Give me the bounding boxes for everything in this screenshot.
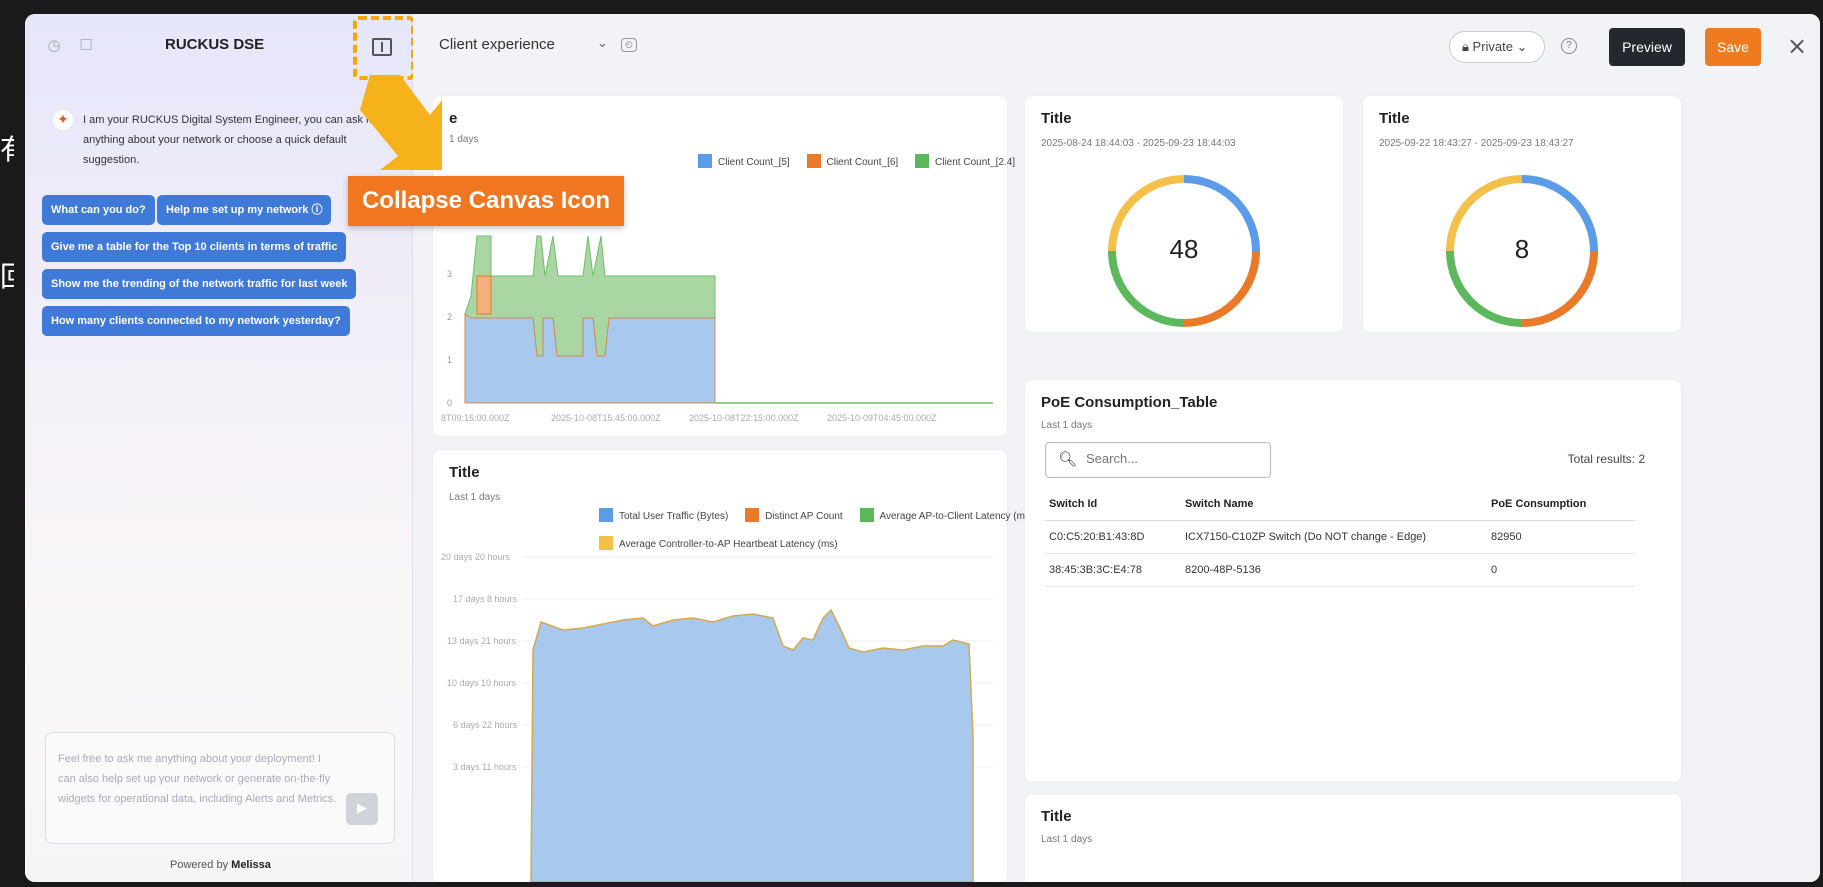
bottom-widget[interactable]: Title Last 1 days xyxy=(1025,794,1681,882)
suggestion-traffic-trend[interactable]: Show me the trending of the network traf… xyxy=(42,269,357,299)
dashboard-name[interactable]: Client experience xyxy=(439,36,555,53)
widget-subtitle: Last 1 days xyxy=(1041,420,1093,431)
background-glyph: 回 xyxy=(0,255,14,295)
x-tick: 8T09:15:00.000Z xyxy=(441,413,510,423)
donut-value: 48 xyxy=(1169,234,1199,264)
suggestion-setup-network[interactable]: Help me set up my network ⓘ xyxy=(157,195,332,225)
y-tick: 0 xyxy=(447,398,452,408)
cell-poe-consumption: 82950 xyxy=(1487,520,1635,554)
widget-subtitle: Last 1 days xyxy=(1041,834,1093,845)
background-glyph: 有 xyxy=(0,128,14,168)
column-header[interactable]: PoE Consumption xyxy=(1487,488,1635,521)
series-area-5ghz xyxy=(464,313,716,404)
cell-switch-name: 8200-48P-5136 xyxy=(1181,553,1487,587)
client-count-widget[interactable]: e 1 days Client Count_[5] Client Count_[… xyxy=(433,96,1015,436)
donut-chart xyxy=(1446,175,1598,327)
traffic-chart: 20 days 20 hours 17 days 8 hours 13 days… xyxy=(441,552,993,882)
search-input[interactable] xyxy=(1086,451,1256,466)
history-icon[interactable]: ◷ xyxy=(45,36,63,54)
close-icon[interactable]: × xyxy=(1787,32,1807,60)
help-icon[interactable]: ? xyxy=(1561,38,1577,54)
series-area-total-traffic xyxy=(530,608,974,882)
cell-switch-id: C0:C5:20:B1:43:8D xyxy=(1045,520,1181,554)
chat-input[interactable]: Feel free to ask me anything about your … xyxy=(45,732,395,844)
visibility-value: Private xyxy=(1472,39,1514,54)
dashboard-badge-icon[interactable]: ◴ xyxy=(621,38,637,52)
save-button[interactable]: Save xyxy=(1705,28,1761,66)
widget-title: Title xyxy=(1041,808,1072,825)
series-area-6ghz xyxy=(476,275,492,315)
donut-widget-2[interactable]: Title 2025-09-22 18:43:27 - 2025-09-23 1… xyxy=(1363,96,1681,332)
x-tick: 2025-10-09T04:45:00.000Z xyxy=(827,413,937,423)
y-tick: 1 xyxy=(447,355,452,365)
powered-brand: Melissa xyxy=(231,859,271,871)
bot-intro-message: I am your RUCKUS Digital System Engineer… xyxy=(83,114,382,166)
canvas-toolbar: Client experience ⌄ ◴ 🔒︎ Private ⌄ ? Pre… xyxy=(413,14,1820,76)
traffic-widget[interactable]: Title Last 1 days Total User Traffic (By… xyxy=(433,450,1033,882)
x-tick: 2025-10-08T15:45:00.000Z xyxy=(551,413,661,423)
poe-table: Switch Id Switch Name PoE Consumption C0… xyxy=(1045,488,1635,587)
cell-switch-name: ICX7150-C10ZP Switch (Do NOT change - Ed… xyxy=(1181,520,1487,554)
suggestion-what-can-you-do[interactable]: What can you do? xyxy=(42,195,155,225)
chat-title: RUCKUS DSE xyxy=(165,36,265,53)
bot-avatar-icon: ✦ xyxy=(53,110,73,130)
new-chat-icon[interactable]: ☐ xyxy=(77,36,95,54)
chat-header: ◷ ☐ RUCKUS DSE xyxy=(25,14,415,80)
y-tick: 13 days 21 hours xyxy=(447,636,517,646)
cell-poe-consumption: 0 xyxy=(1487,553,1635,587)
annotation-arrow-icon xyxy=(360,75,442,170)
donut-value: 8 xyxy=(1514,234,1530,264)
table-row[interactable]: C0:C5:20:B1:43:8D ICX7150-C10ZP Switch (… xyxy=(1045,520,1635,554)
preview-button[interactable]: Preview xyxy=(1609,28,1685,66)
screen: 有 回 ◷ ☐ RUCKUS DSE ✦ I am your RUCKUS Di… xyxy=(0,0,1823,887)
visibility-select[interactable]: 🔒︎ Private ⌄ xyxy=(1449,31,1545,63)
column-header[interactable]: Switch Id xyxy=(1045,488,1181,521)
table-header-row: Switch Id Switch Name PoE Consumption xyxy=(1045,488,1635,521)
y-tick: 6 days 22 hours xyxy=(453,720,518,730)
widget-title: PoE Consumption_Table xyxy=(1041,394,1218,411)
chevron-down-icon: ⌄ xyxy=(1516,39,1528,54)
y-tick: 3 days 11 hours xyxy=(453,762,517,772)
y-tick: 17 days 8 hours xyxy=(453,594,518,604)
dashboard-canvas: Client experience ⌄ ◴ 🔒︎ Private ⌄ ? Pre… xyxy=(413,14,1820,882)
app-window: ◷ ☐ RUCKUS DSE ✦ I am your RUCKUS Digita… xyxy=(25,14,1820,882)
suggestion-top-clients[interactable]: Give me a table for the Top 10 clients i… xyxy=(42,232,347,262)
x-tick: 2025-10-08T22:15:00.000Z xyxy=(689,413,799,423)
lock-icon: 🔒︎ xyxy=(1462,39,1469,54)
total-results: Total results: 2 xyxy=(1567,452,1645,466)
powered-prefix: Powered by xyxy=(170,859,229,871)
y-tick: 2 xyxy=(447,312,452,322)
powered-by: Powered by Melissa xyxy=(170,859,271,871)
annotation-callout: Collapse Canvas Icon xyxy=(348,176,624,226)
column-header[interactable]: Switch Name xyxy=(1181,488,1487,521)
donut-chart xyxy=(1108,175,1260,327)
cell-switch-id: 38:45:3B:3C:E4:78 xyxy=(1045,553,1181,587)
client-count-chart: 0 1 2 3 8T09:15:00.000Z 2025-10-08T15:45… xyxy=(441,235,993,423)
chat-input-placeholder: Feel free to ask me anything about your … xyxy=(58,753,337,805)
y-tick: 3 xyxy=(447,269,452,279)
chevron-down-icon[interactable]: ⌄ xyxy=(597,36,608,51)
y-tick: 10 days 10 hours xyxy=(447,678,517,688)
suggestion-clients-yesterday[interactable]: How many clients connected to my network… xyxy=(42,306,350,336)
table-row[interactable]: 38:45:3B:3C:E4:78 8200-48P-5136 0 xyxy=(1045,553,1635,587)
collapse-canvas-icon xyxy=(372,38,392,56)
search-icon: 🔍︎ xyxy=(1058,450,1078,468)
y-tick: 20 days 20 hours xyxy=(441,552,511,562)
donut-widget-1[interactable]: Title 2025-08-24 18:44:03 - 2025-09-23 1… xyxy=(1025,96,1343,332)
chat-panel: ◷ ☐ RUCKUS DSE ✦ I am your RUCKUS Digita… xyxy=(25,14,415,882)
table-search[interactable]: 🔍︎ xyxy=(1045,442,1271,478)
send-button[interactable]: ▶ xyxy=(346,793,378,825)
poe-table-widget[interactable]: PoE Consumption_Table Last 1 days 🔍︎ Tot… xyxy=(1025,380,1681,782)
